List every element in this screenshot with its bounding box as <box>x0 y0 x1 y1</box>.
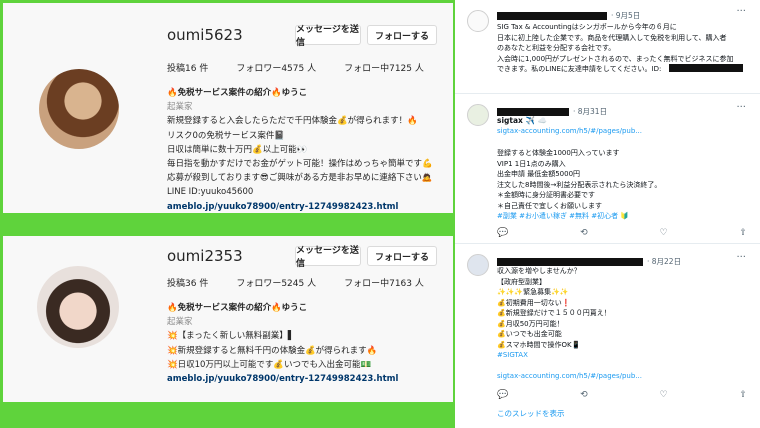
username: oumi5623 <box>167 26 243 44</box>
follow-button[interactable]: フォローする <box>367 25 437 45</box>
hashtags[interactable]: #副業 #お小遣い稼ぎ #無料 #初心者 🔰 <box>497 211 629 222</box>
tweet-link[interactable]: sigtax-accounting.com/h5/#/pages/pub... <box>497 127 642 135</box>
tweet-text: 登録すると体験金1000円入っています VIP1 1日1点のみ購入 出金申請 最… <box>497 149 662 210</box>
redacted-id <box>669 64 743 72</box>
more-icon[interactable]: ··· <box>736 102 746 113</box>
bio-line: 日収は簡単に数十万円💰以上可能👀 <box>167 144 308 155</box>
like-icon[interactable]: ♡ <box>659 390 667 400</box>
bio: 🔥免税サービス案件の紹介🔥ゆうこ 起業家 新規登録すると入会したらただで千円体験… <box>167 86 473 214</box>
like-icon[interactable]: ♡ <box>659 228 667 238</box>
bio-line: リスク0の免税サービス案件📓 <box>167 130 285 141</box>
avatar[interactable] <box>37 266 119 348</box>
tweet-text: 収入源を増やしませんか？ 【政府型副業】 ✨✨✨緊急募集✨✨ 💰初期費用一切ない… <box>497 267 611 349</box>
twitter-feed: · 9月5日 ··· SIG Tax & Accountingはシンガポールから… <box>455 0 760 428</box>
share-icon[interactable]: ⇧ <box>739 228 747 238</box>
show-thread-link[interactable]: このスレッドを表示 <box>497 408 565 419</box>
bio-line: 💥【まったく新しい無料副業】▌ <box>167 331 295 342</box>
redacted-name <box>497 107 569 116</box>
tweet[interactable]: · 9月5日 ··· SIG Tax & Accountingはシンガポールから… <box>455 0 760 94</box>
bio-name: 🔥免税サービス案件の紹介🔥ゆうこ <box>167 88 308 98</box>
bio-line: 💥日収10万円以上可能です💰いつでも入出金可能💵 <box>167 359 372 370</box>
bio-line: 毎日指を動かすだけでお金がゲット可能！操作はめっちゃ簡単です💪 <box>167 159 433 170</box>
followers-count[interactable]: フォロワー4575 人 <box>236 61 316 74</box>
bio-line: 新規登録すると入会したらただで千円体験金💰が得られます！🔥 <box>167 116 418 127</box>
avatar[interactable] <box>467 104 489 126</box>
instagram-profile-card-top: oumi5623 メッセージを送信 フォローする ··· 投稿16 件 フォロワ… <box>3 3 472 213</box>
tweet[interactable]: · 8月22日 ··· 収入源を増やしませんか？ 【政府型副業】 ✨✨✨緊急募集… <box>455 244 760 428</box>
send-message-button[interactable]: メッセージを送信 <box>295 25 361 48</box>
following-count[interactable]: フォロー中7163 人 <box>344 276 424 289</box>
tweet-link[interactable]: sigtax-accounting.com/h5/#/pages/pub... <box>497 372 642 380</box>
profile-link[interactable]: ameblo.jp/yuuko78900/entry-12749982423.h… <box>167 372 473 386</box>
redacted-name <box>497 11 607 20</box>
tweet-actions: 💬 ⟲ ♡ ⇧ <box>497 390 747 400</box>
posts-count: 投稿16 件 <box>167 64 209 74</box>
follow-button[interactable]: フォローする <box>367 246 437 266</box>
bio-line: 応募が殺到しております😎ご興味がある方是非お早めに連絡下さい🙇 <box>167 173 433 184</box>
bio-category: 起業家 <box>167 102 193 113</box>
posts-count: 投稿36 件 <box>167 279 209 289</box>
more-icon[interactable]: ··· <box>736 252 746 263</box>
followers-count[interactable]: フォロワー5245 人 <box>236 276 316 289</box>
share-icon[interactable]: ⇧ <box>739 390 747 400</box>
tweet-actions: 💬 ⟲ ♡ ⇧ <box>497 228 747 238</box>
reply-icon[interactable]: 💬 <box>497 228 508 238</box>
bio-line-id: LINE ID:yuuko45600 <box>167 187 254 198</box>
send-message-button[interactable]: メッセージを送信 <box>295 246 361 269</box>
bio-category: 起業家 <box>167 317 193 328</box>
tweet-date[interactable]: · 9月5日 <box>611 10 640 21</box>
tweet-date[interactable]: · 8月31日 <box>573 106 607 117</box>
profile-link[interactable]: ameblo.jp/yuuko78900/entry-12749982423.h… <box>167 200 473 214</box>
instagram-profile-card-bottom: oumi2353 メッセージを送信 フォローする ··· 投稿36 件 フォロワ… <box>3 236 472 402</box>
tweet[interactable]: · 8月31日 ··· sigtax ✈️ ☁️ sigtax-accounti… <box>455 94 760 244</box>
bio-line: 💥新規登録すると無料千円の体験金💰が得られます🔥 <box>167 345 378 356</box>
following-count[interactable]: フォロー中7125 人 <box>344 61 424 74</box>
redacted-name <box>497 257 643 266</box>
reply-icon[interactable]: 💬 <box>497 390 508 400</box>
username: oumi2353 <box>167 247 243 265</box>
retweet-icon[interactable]: ⟲ <box>580 390 588 400</box>
avatar[interactable] <box>467 254 489 276</box>
more-icon[interactable]: ··· <box>736 6 746 17</box>
bio: 🔥免税サービス案件の紹介🔥ゆうこ 起業家 💥【まったく新しい無料副業】▌ 💥新規… <box>167 301 473 386</box>
tweet-date[interactable]: · 8月22日 <box>647 256 681 267</box>
avatar[interactable] <box>39 69 119 149</box>
retweet-icon[interactable]: ⟲ <box>580 228 588 238</box>
hashtag[interactable]: #SIGTAX <box>497 350 528 361</box>
display-name[interactable]: sigtax ✈️ ☁️ <box>497 116 547 125</box>
avatar[interactable] <box>467 10 489 32</box>
bio-name: 🔥免税サービス案件の紹介🔥ゆうこ <box>167 303 308 313</box>
